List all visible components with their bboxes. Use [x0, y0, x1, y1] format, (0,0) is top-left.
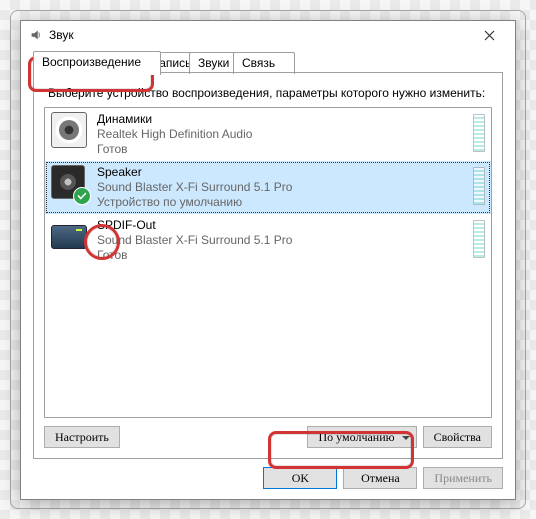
sound-icon	[29, 28, 43, 42]
properties-button[interactable]: Свойства	[423, 426, 492, 448]
device-status: Готов	[97, 248, 463, 263]
device-status: Устройство по умолчанию	[97, 195, 463, 210]
sound-dialog: Звук ВоспроизведениеЗаписьЗвукиСвязь Выб…	[20, 20, 516, 500]
set-default-button[interactable]: По умолчанию	[307, 426, 417, 448]
speaker-small-icon	[51, 165, 87, 201]
spdif-icon	[51, 218, 87, 254]
device-item-spk[interactable]: SpeakerSound Blaster X-Fi Surround 5.1 P…	[45, 161, 491, 214]
tab-panel-playback: Выберите устройство воспроизведения, пар…	[33, 72, 503, 459]
device-list[interactable]: ДинамикиRealtek High Definition AudioГот…	[44, 107, 492, 418]
device-item-dyn[interactable]: ДинамикиRealtek High Definition AudioГот…	[45, 108, 491, 161]
device-driver: Sound Blaster X-Fi Surround 5.1 Pro	[97, 180, 463, 195]
device-text: ДинамикиRealtek High Definition AudioГот…	[97, 112, 463, 157]
device-text: SPDIF-OutSound Blaster X-Fi Surround 5.1…	[97, 218, 463, 263]
cancel-button[interactable]: Отмена	[343, 467, 417, 489]
device-text: SpeakerSound Blaster X-Fi Surround 5.1 P…	[97, 165, 463, 210]
device-name: SPDIF-Out	[97, 218, 463, 233]
speaker-big-icon	[51, 112, 87, 148]
tabstrip: ВоспроизведениеЗаписьЗвукиСвязь	[33, 51, 503, 73]
window-title: Звук	[49, 28, 74, 42]
device-status: Готов	[97, 142, 463, 157]
vu-meter	[473, 114, 485, 152]
vu-meter	[473, 167, 485, 205]
device-name: Speaker	[97, 165, 463, 180]
tab-comm[interactable]: Связь	[233, 52, 295, 74]
tab-playback[interactable]: Воспроизведение	[33, 51, 161, 75]
apply-button[interactable]: Применить	[423, 467, 503, 489]
instruction-text: Выберите устройство воспроизведения, пар…	[48, 85, 488, 101]
ok-button[interactable]: OK	[263, 467, 337, 489]
titlebar: Звук	[21, 21, 515, 49]
configure-button[interactable]: Настроить	[44, 426, 120, 448]
device-item-spdif[interactable]: SPDIF-OutSound Blaster X-Fi Surround 5.1…	[45, 214, 491, 267]
device-name: Динамики	[97, 112, 463, 127]
device-driver: Sound Blaster X-Fi Surround 5.1 Pro	[97, 233, 463, 248]
default-check-icon	[73, 187, 91, 205]
close-button[interactable]	[467, 21, 511, 49]
device-driver: Realtek High Definition Audio	[97, 127, 463, 142]
vu-meter	[473, 220, 485, 258]
